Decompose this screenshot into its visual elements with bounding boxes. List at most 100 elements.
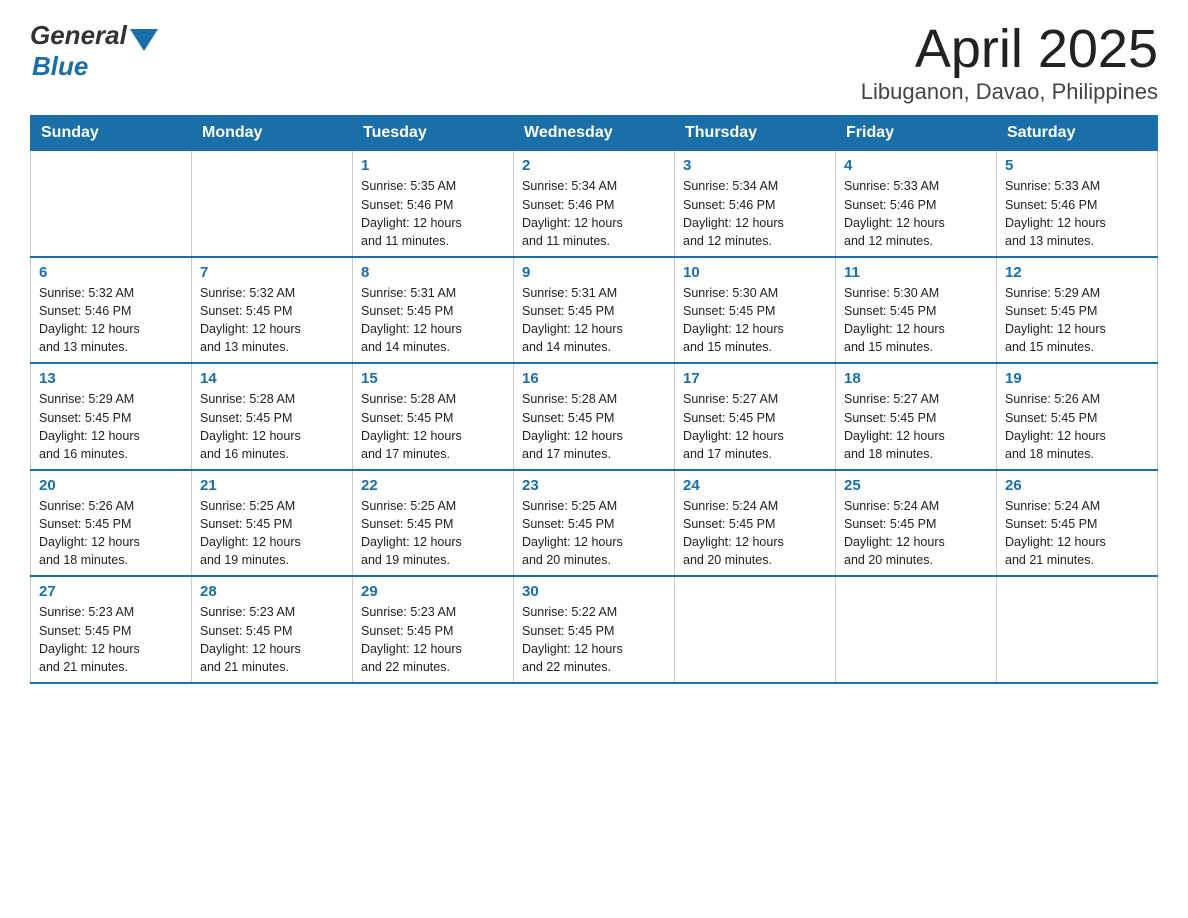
day-number: 5 — [1005, 157, 1149, 174]
day-number: 6 — [39, 264, 183, 281]
calendar-cell: 20 Sunrise: 5:26 AMSunset: 5:45 PMDayligh… — [31, 470, 192, 577]
day-number: 19 — [1005, 370, 1149, 387]
calendar-cell: 15Sunrise: 5:28 AMSunset: 5:45 PMDayligh… — [353, 363, 514, 470]
day-number: 4 — [844, 157, 988, 174]
calendar-cell: 8 Sunrise: 5:31 AMSunset: 5:45 PMDaylight… — [353, 257, 514, 364]
day-number: 13 — [39, 370, 183, 387]
day-info: Sunrise: 5:23 AMSunset: 5:45 PMDaylight:… — [361, 603, 505, 676]
day-number: 23 — [522, 477, 666, 494]
day-number: 12 — [1005, 264, 1149, 281]
day-info: Sunrise: 5:25 AMSunset: 5:45 PMDaylight:… — [361, 497, 505, 570]
calendar-cell — [31, 151, 192, 257]
calendar-cell: 30 Sunrise: 5:22 AMSunset: 5:45 PMDayligh… — [514, 576, 675, 683]
calendar-cell — [675, 576, 836, 683]
calendar-body: 1 Sunrise: 5:35 AMSunset: 5:46 PMDaylight… — [31, 151, 1158, 683]
day-number: 25 — [844, 477, 988, 494]
day-number: 27 — [39, 583, 183, 600]
calendar-cell: 25 Sunrise: 5:24 AMSunset: 5:45 PMDayligh… — [836, 470, 997, 577]
day-info: Sunrise: 5:32 AMSunset: 5:46 PMDaylight:… — [39, 284, 183, 357]
day-info: Sunrise: 5:27 AMSunset: 5:45 PMDaylight:… — [683, 390, 827, 463]
day-number: 29 — [361, 583, 505, 600]
calendar-week-row: 1 Sunrise: 5:35 AMSunset: 5:46 PMDaylight… — [31, 151, 1158, 257]
calendar-week-row: 6 Sunrise: 5:32 AMSunset: 5:46 PMDaylight… — [31, 257, 1158, 364]
day-number: 18 — [844, 370, 988, 387]
calendar-cell: 13 Sunrise: 5:29 AMSunset: 5:45 PMDayligh… — [31, 363, 192, 470]
calendar-cell: 6 Sunrise: 5:32 AMSunset: 5:46 PMDaylight… — [31, 257, 192, 364]
day-number: 30 — [522, 583, 666, 600]
day-info: Sunrise: 5:34 AMSunset: 5:46 PMDaylight:… — [683, 177, 827, 250]
day-info: Sunrise: 5:32 AMSunset: 5:45 PMDaylight:… — [200, 284, 344, 357]
day-number: 22 — [361, 477, 505, 494]
day-number: 8 — [361, 264, 505, 281]
calendar-cell: 24 Sunrise: 5:24 AMSunset: 5:45 PMDayligh… — [675, 470, 836, 577]
day-number: 15 — [361, 370, 505, 387]
day-info: Sunrise: 5:27 AMSunset: 5:45 PMDaylight:… — [844, 390, 988, 463]
day-info: Sunrise: 5:34 AMSunset: 5:46 PMDaylight:… — [522, 177, 666, 250]
day-info: Sunrise: 5:28 AMSunset: 5:45 PMDaylight:… — [200, 390, 344, 463]
logo-triangle-icon — [130, 29, 158, 51]
calendar-cell — [997, 576, 1158, 683]
day-info: Sunrise: 5:29 AMSunset: 5:45 PMDaylight:… — [1005, 284, 1149, 357]
day-info: Sunrise: 5:23 AMSunset: 5:45 PMDaylight:… — [39, 603, 183, 676]
logo-general-text: General — [30, 20, 127, 51]
day-info: Sunrise: 5:26 AMSunset: 5:45 PMDaylight:… — [1005, 390, 1149, 463]
day-info: Sunrise: 5:31 AMSunset: 5:45 PMDaylight:… — [522, 284, 666, 357]
day-number: 1 — [361, 157, 505, 174]
calendar-week-row: 13 Sunrise: 5:29 AMSunset: 5:45 PMDayligh… — [31, 363, 1158, 470]
day-info: Sunrise: 5:26 AMSunset: 5:45 PMDaylight:… — [39, 497, 183, 570]
calendar-cell — [836, 576, 997, 683]
calendar-cell: 7 Sunrise: 5:32 AMSunset: 5:45 PMDaylight… — [192, 257, 353, 364]
day-number: 21 — [200, 477, 344, 494]
calendar-cell: 9 Sunrise: 5:31 AMSunset: 5:45 PMDaylight… — [514, 257, 675, 364]
day-info: Sunrise: 5:35 AMSunset: 5:46 PMDaylight:… — [361, 177, 505, 250]
calendar-subtitle: Libuganon, Davao, Philippines — [861, 79, 1158, 105]
calendar-cell: 17 Sunrise: 5:27 AMSunset: 5:45 PMDayligh… — [675, 363, 836, 470]
weekday-header-saturday: Saturday — [997, 116, 1158, 151]
calendar-cell: 10 Sunrise: 5:30 AMSunset: 5:45 PMDayligh… — [675, 257, 836, 364]
day-info: Sunrise: 5:24 AMSunset: 5:45 PMDaylight:… — [844, 497, 988, 570]
day-info: Sunrise: 5:30 AMSunset: 5:45 PMDaylight:… — [683, 284, 827, 357]
day-number: 11 — [844, 264, 988, 281]
day-number: 20 — [39, 477, 183, 494]
weekday-header-tuesday: Tuesday — [353, 116, 514, 151]
calendar-header: SundayMondayTuesdayWednesdayThursdayFrid… — [31, 116, 1158, 151]
day-number: 24 — [683, 477, 827, 494]
day-info: Sunrise: 5:25 AMSunset: 5:45 PMDaylight:… — [522, 497, 666, 570]
calendar-cell: 2 Sunrise: 5:34 AMSunset: 5:46 PMDaylight… — [514, 151, 675, 257]
day-number: 7 — [200, 264, 344, 281]
calendar-cell: 3 Sunrise: 5:34 AMSunset: 5:46 PMDaylight… — [675, 151, 836, 257]
day-info: Sunrise: 5:29 AMSunset: 5:45 PMDaylight:… — [39, 390, 183, 463]
day-number: 3 — [683, 157, 827, 174]
day-info: Sunrise: 5:25 AMSunset: 5:45 PMDaylight:… — [200, 497, 344, 570]
day-info: Sunrise: 5:22 AMSunset: 5:45 PMDaylight:… — [522, 603, 666, 676]
day-info: Sunrise: 5:24 AMSunset: 5:45 PMDaylight:… — [683, 497, 827, 570]
calendar-cell: 11Sunrise: 5:30 AMSunset: 5:45 PMDayligh… — [836, 257, 997, 364]
logo: General Blue — [30, 20, 158, 82]
day-number: 9 — [522, 264, 666, 281]
calendar-cell: 1 Sunrise: 5:35 AMSunset: 5:46 PMDaylight… — [353, 151, 514, 257]
day-info: Sunrise: 5:31 AMSunset: 5:45 PMDaylight:… — [361, 284, 505, 357]
calendar-cell: 23 Sunrise: 5:25 AMSunset: 5:45 PMDayligh… — [514, 470, 675, 577]
day-number: 26 — [1005, 477, 1149, 494]
day-info: Sunrise: 5:23 AMSunset: 5:45 PMDaylight:… — [200, 603, 344, 676]
day-number: 17 — [683, 370, 827, 387]
calendar-cell — [192, 151, 353, 257]
day-info: Sunrise: 5:33 AMSunset: 5:46 PMDaylight:… — [844, 177, 988, 250]
calendar-table: SundayMondayTuesdayWednesdayThursdayFrid… — [30, 115, 1158, 684]
day-number: 10 — [683, 264, 827, 281]
calendar-week-row: 20 Sunrise: 5:26 AMSunset: 5:45 PMDayligh… — [31, 470, 1158, 577]
calendar-title: April 2025 — [861, 20, 1158, 79]
weekday-header-thursday: Thursday — [675, 116, 836, 151]
calendar-cell: 29 Sunrise: 5:23 AMSunset: 5:45 PMDayligh… — [353, 576, 514, 683]
weekday-row: SundayMondayTuesdayWednesdayThursdayFrid… — [31, 116, 1158, 151]
weekday-header-monday: Monday — [192, 116, 353, 151]
day-number: 2 — [522, 157, 666, 174]
calendar-cell: 21 Sunrise: 5:25 AMSunset: 5:45 PMDayligh… — [192, 470, 353, 577]
calendar-cell: 4 Sunrise: 5:33 AMSunset: 5:46 PMDaylight… — [836, 151, 997, 257]
calendar-cell: 26 Sunrise: 5:24 AMSunset: 5:45 PMDayligh… — [997, 470, 1158, 577]
weekday-header-wednesday: Wednesday — [514, 116, 675, 151]
day-number: 16 — [522, 370, 666, 387]
calendar-cell: 18 Sunrise: 5:27 AMSunset: 5:45 PMDayligh… — [836, 363, 997, 470]
day-number: 28 — [200, 583, 344, 600]
day-info: Sunrise: 5:24 AMSunset: 5:45 PMDaylight:… — [1005, 497, 1149, 570]
